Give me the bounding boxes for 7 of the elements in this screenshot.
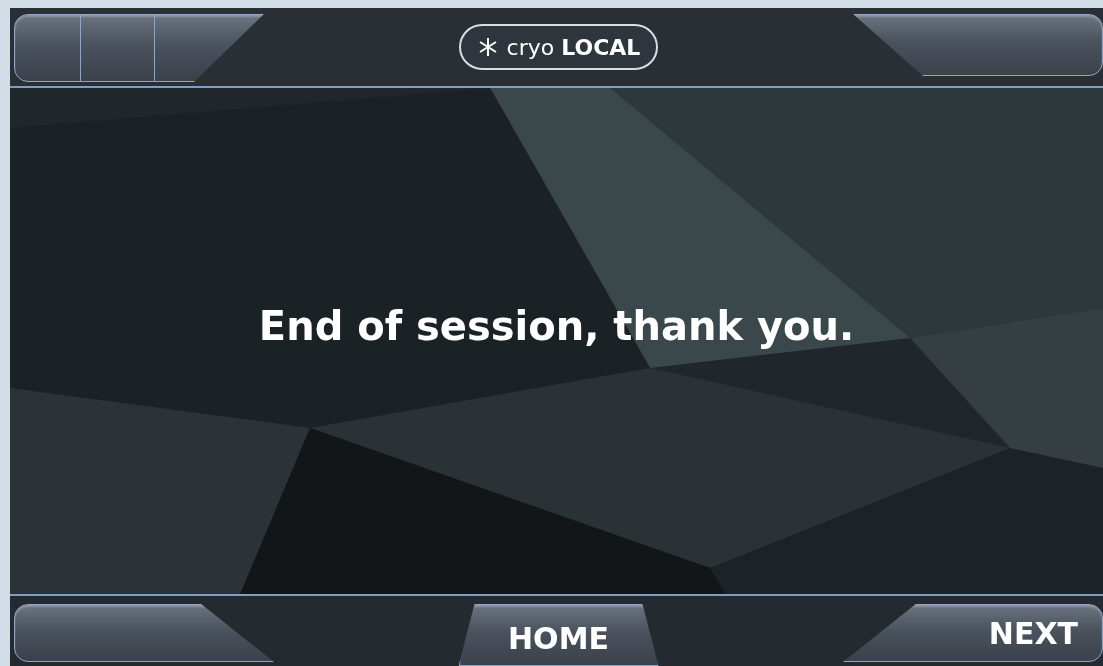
logo-text: cryo LOCAL bbox=[506, 33, 641, 62]
end-message: End of session, thank you. bbox=[258, 302, 855, 351]
top-right-button[interactable] bbox=[853, 14, 1103, 76]
top-left-button[interactable] bbox=[14, 14, 264, 82]
next-button[interactable]: NEXT bbox=[843, 604, 1103, 662]
bottom-left-button[interactable] bbox=[14, 604, 274, 662]
home-button[interactable]: HOME bbox=[458, 604, 659, 666]
